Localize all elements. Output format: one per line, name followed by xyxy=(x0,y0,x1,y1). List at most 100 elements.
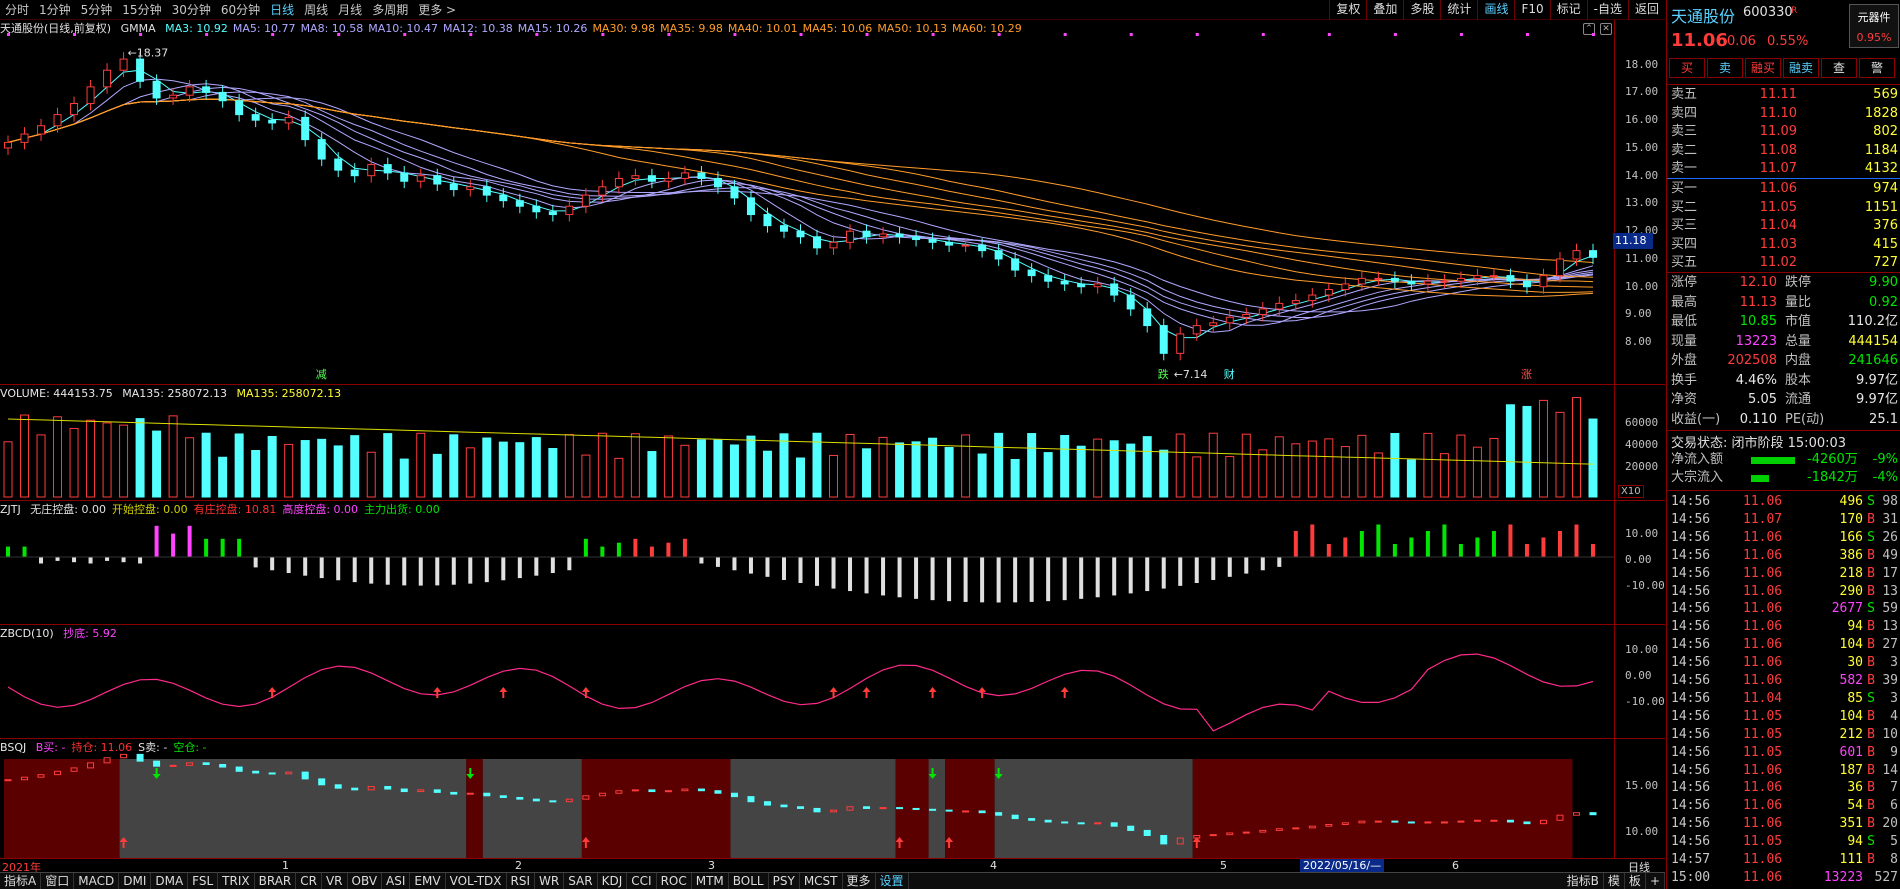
indicator-tab[interactable]: 设置 xyxy=(876,873,909,889)
indicator-tab[interactable]: VOL-TDX xyxy=(446,873,507,889)
zjtj-chart[interactable] xyxy=(0,501,1614,625)
indicator-tab[interactable]: MCST xyxy=(800,873,843,889)
event-marker[interactable]: 跌 xyxy=(1158,367,1169,381)
indicator-tab[interactable]: 更多 xyxy=(843,873,876,889)
order-book-row[interactable]: 卖二 11.08 1184 xyxy=(1667,142,1900,160)
indicator-tab[interactable]: ROC xyxy=(657,873,692,889)
event-marker[interactable]: 减 xyxy=(316,368,327,381)
indicator-tab[interactable]: BOLL xyxy=(729,873,769,889)
timeframe-tab[interactable]: 1分钟 xyxy=(34,0,76,20)
trade-button[interactable]: 融卖 xyxy=(1783,58,1819,78)
indicator-tab[interactable]: MTM xyxy=(692,873,729,889)
tool-button[interactable]: 多股 xyxy=(1403,0,1440,20)
zjtj-bar xyxy=(1508,524,1513,557)
indicator-tab[interactable]: 指标A xyxy=(0,873,42,889)
volume-bar xyxy=(630,433,640,498)
indicator-tab[interactable]: 窗口 xyxy=(41,873,75,889)
timeframe-tab[interactable]: 30分钟 xyxy=(167,0,216,20)
candlestick-chart[interactable]: ←18.37 ←7.14 减 跌 财 涨 xyxy=(0,20,1614,384)
volume-bar xyxy=(911,441,921,498)
zjtj-bar xyxy=(963,557,968,602)
indicator-tab[interactable]: PSY xyxy=(769,873,800,889)
order-book-row[interactable]: 卖四 11.10 1828 xyxy=(1667,105,1900,123)
tool-button[interactable]: 返回 xyxy=(1627,0,1665,20)
order-book-row[interactable]: 买四 11.03 415 xyxy=(1667,236,1900,254)
zjtj-bar xyxy=(138,557,143,564)
sector-box[interactable]: 元器件 0.95% xyxy=(1849,4,1899,48)
candle xyxy=(813,236,822,249)
bsqj-candle xyxy=(1506,819,1514,823)
order-price: 11.05 xyxy=(1759,199,1797,215)
indicator-tab[interactable]: WR xyxy=(535,873,565,889)
zjtj-bar xyxy=(1475,537,1480,557)
zbcd-chart[interactable] xyxy=(0,625,1614,739)
tool-button[interactable]: 复权 xyxy=(1329,0,1366,20)
zjtj-bar xyxy=(418,557,423,586)
zjtj-bar xyxy=(1491,531,1496,557)
bsqj-candle xyxy=(384,785,392,790)
indicator-tab[interactable]: BRAR xyxy=(255,873,297,889)
zjtj-bar xyxy=(996,557,1001,603)
indicator-tab[interactable]: SAR xyxy=(564,873,598,889)
trade-button[interactable]: 查 xyxy=(1821,58,1857,78)
timeframe-tab[interactable]: 15分钟 xyxy=(117,0,166,20)
order-book-row[interactable]: 卖一 11.07 4132 xyxy=(1667,160,1900,178)
tool-button[interactable]: 统计 xyxy=(1440,0,1477,20)
tick-time: 14:56 xyxy=(1671,565,1711,581)
indicator-tab[interactable]: 板 xyxy=(1625,873,1646,889)
tick-row: 14:56 11.04 85 S 3 xyxy=(1667,690,1900,708)
timeframe-tab[interactable]: 周线 xyxy=(299,0,333,20)
indicator-tab[interactable]: MACD xyxy=(74,873,120,889)
volume-chart[interactable] xyxy=(0,385,1614,501)
volume-bar xyxy=(762,450,772,498)
tool-button[interactable]: -自选 xyxy=(1586,0,1628,20)
event-marker[interactable]: 财 xyxy=(1224,367,1235,381)
indicator-tab[interactable]: KDJ xyxy=(598,873,628,889)
order-book-row[interactable]: 买三 11.04 376 xyxy=(1667,217,1900,235)
indicator-tab[interactable]: EMV xyxy=(410,873,446,889)
indicator-tab[interactable]: CR xyxy=(296,873,322,889)
indicator-tab[interactable]: 模 xyxy=(1604,873,1625,889)
indicator-tab[interactable]: RSI xyxy=(507,873,536,889)
indicator-tab[interactable]: FSL xyxy=(188,873,219,889)
order-book-row[interactable]: 卖三 11.09 802 xyxy=(1667,123,1900,141)
timeframe-tab[interactable]: 更多 > xyxy=(413,0,461,20)
timeframe-tab[interactable]: 日线 xyxy=(265,0,299,20)
indicator-tab[interactable]: DMA xyxy=(151,873,189,889)
indicator-tab[interactable]: TRIX xyxy=(218,873,255,889)
volume-bar xyxy=(878,436,888,498)
indicator-tab[interactable]: CCI xyxy=(627,873,657,889)
tick-direction: B xyxy=(1867,619,1875,635)
indicator-tab[interactable]: DMI xyxy=(119,873,152,889)
timeframe-tab[interactable]: 多周期 xyxy=(367,0,413,20)
stat-row: 现量 13223 总量 444154 xyxy=(1667,333,1900,351)
timeframe-tab[interactable]: 月线 xyxy=(333,0,367,20)
tool-button[interactable]: 叠加 xyxy=(1366,0,1403,20)
indicator-tab[interactable]: OBV xyxy=(348,873,383,889)
order-book-row[interactable]: 买五 11.02 727 xyxy=(1667,254,1900,272)
indicator-tab[interactable]: + xyxy=(1646,873,1665,889)
timeframe-tab[interactable]: 60分钟 xyxy=(216,0,265,20)
trade-button[interactable]: 买 xyxy=(1669,58,1705,78)
tool-button[interactable]: 画线 xyxy=(1477,0,1514,20)
timeframe-tab[interactable]: 分时 xyxy=(0,0,34,20)
bsqj-candle xyxy=(450,791,458,795)
signal-dot xyxy=(403,33,407,36)
indicator-tab[interactable]: ASI xyxy=(382,873,411,889)
order-book-row[interactable]: 卖五 11.11 569 xyxy=(1667,86,1900,104)
volume-bar xyxy=(1472,446,1482,498)
indicator-tab[interactable]: 指标B xyxy=(1563,873,1604,889)
bsqj-chart[interactable] xyxy=(0,739,1614,859)
bottom-signal-arrow xyxy=(928,687,937,698)
trade-button[interactable]: 卖 xyxy=(1707,58,1743,78)
tick-row: 14:56 11.06 351 B 20 xyxy=(1667,815,1900,833)
indicator-tab[interactable]: VR xyxy=(322,873,348,889)
order-book-row[interactable]: 买一 11.06 974 xyxy=(1667,180,1900,198)
timeframe-tab[interactable]: 5分钟 xyxy=(76,0,118,20)
tool-button[interactable]: 标记 xyxy=(1549,0,1587,20)
trade-button[interactable]: 融买 xyxy=(1745,58,1781,78)
event-marker[interactable]: 涨 xyxy=(1521,368,1532,381)
tool-button[interactable]: F10 xyxy=(1514,0,1549,20)
order-book-row[interactable]: 买二 11.05 1151 xyxy=(1667,199,1900,217)
trade-button[interactable]: 警 xyxy=(1859,58,1895,78)
